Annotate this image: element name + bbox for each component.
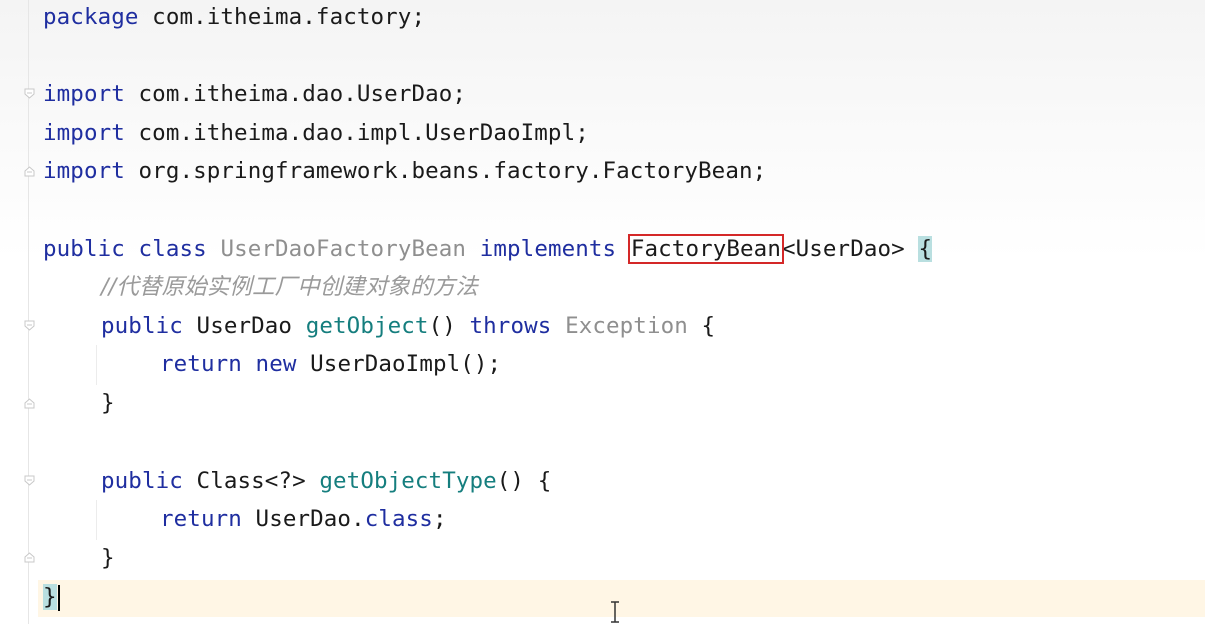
brace: { bbox=[701, 313, 716, 339]
code-line-3: import com.itheima.dao.UserDao; bbox=[43, 79, 466, 109]
type-ref: UserDao. bbox=[255, 506, 365, 532]
code-line-14: return UserDao.class; bbox=[160, 504, 447, 534]
keyword: package bbox=[43, 4, 139, 30]
keyword: new bbox=[255, 351, 297, 377]
code-line-9: public UserDao getObject() throws Except… bbox=[101, 311, 715, 341]
fold-close-icon[interactable] bbox=[24, 166, 35, 177]
code-line-11: } bbox=[101, 388, 115, 418]
code-editor[interactable]: package com.itheima.factory; import com.… bbox=[0, 0, 1205, 624]
package-name: com.itheima.factory; bbox=[138, 4, 426, 30]
brace: { bbox=[537, 468, 552, 494]
brace: } bbox=[101, 390, 115, 416]
fold-open-icon[interactable] bbox=[24, 475, 35, 486]
text-cursor-icon bbox=[609, 600, 621, 624]
method-name: getObject bbox=[305, 313, 429, 339]
highlighted-interface: FactoryBean bbox=[627, 234, 784, 264]
fold-open-icon[interactable] bbox=[24, 320, 35, 331]
keyword: class bbox=[138, 236, 207, 262]
return-type: Class<?> bbox=[196, 468, 306, 494]
fold-close-icon[interactable] bbox=[24, 398, 35, 409]
code-line-4: import com.itheima.dao.impl.UserDaoImpl; bbox=[43, 118, 589, 148]
fold-close-icon[interactable] bbox=[24, 552, 35, 563]
keyword: public bbox=[43, 236, 125, 262]
import-path: com.itheima.dao.impl.UserDaoImpl; bbox=[124, 120, 589, 146]
return-type: UserDao bbox=[196, 313, 293, 339]
fold-open-icon[interactable] bbox=[24, 88, 35, 99]
keyword: class bbox=[364, 506, 433, 532]
params: () bbox=[428, 313, 456, 339]
keyword: import bbox=[43, 120, 125, 146]
import-path: com.itheima.dao.UserDao; bbox=[124, 81, 467, 107]
matched-brace: { bbox=[918, 236, 933, 262]
editor-gutter bbox=[0, 0, 38, 624]
current-line-highlight bbox=[38, 580, 1205, 617]
keyword: import bbox=[43, 158, 125, 184]
import-path: org.springframework.beans.factory.Factor… bbox=[124, 158, 767, 184]
code-line-16: } bbox=[43, 582, 60, 612]
matched-brace: } bbox=[43, 584, 57, 610]
generic-type: <UserDao> bbox=[781, 236, 905, 262]
keyword: implements bbox=[479, 236, 617, 262]
indent-guide bbox=[96, 345, 97, 385]
method-name: getObjectType bbox=[319, 468, 497, 494]
keyword: import bbox=[43, 81, 125, 107]
code-line-5: import org.springframework.beans.factory… bbox=[43, 156, 766, 186]
semicolon: ; bbox=[432, 506, 447, 532]
code-line-7: public class UserDaoFactoryBean implemen… bbox=[43, 234, 933, 264]
keyword: public bbox=[101, 313, 183, 339]
brace: } bbox=[101, 545, 115, 571]
indent-guide bbox=[96, 500, 97, 540]
code-line-8: //代替原始实例工厂中创建对象的方法 bbox=[101, 272, 478, 302]
code-line-13: public Class<?> getObjectType() { bbox=[101, 466, 551, 496]
code-line-10: return new UserDaoImpl(); bbox=[160, 349, 501, 379]
keyword: return bbox=[160, 351, 242, 377]
class-name: UserDaoFactoryBean bbox=[220, 236, 467, 262]
code-line-15: } bbox=[101, 543, 115, 573]
keyword: public bbox=[101, 468, 183, 494]
constructor-call: UserDaoImpl(); bbox=[310, 351, 502, 377]
keyword: return bbox=[160, 506, 242, 532]
text-caret bbox=[57, 584, 60, 611]
code-comment: //代替原始实例工厂中创建对象的方法 bbox=[101, 274, 478, 300]
keyword: throws bbox=[469, 313, 552, 339]
code-line-1: package com.itheima.factory; bbox=[43, 2, 425, 32]
params: () bbox=[496, 468, 525, 494]
exception-type: Exception bbox=[565, 313, 688, 339]
